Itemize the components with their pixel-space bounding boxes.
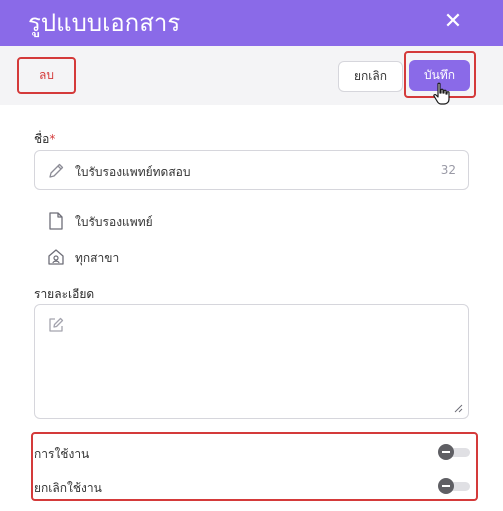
action-toolbar: ลบ ยกเลิก บันทึก (0, 46, 503, 105)
dialog-header: รูปแบบเอกสาร ✕ (0, 0, 503, 46)
name-input-value: ใบรับรองแพทย์ทดสอบ (75, 165, 191, 179)
name-label: ชื่อ* (34, 130, 55, 149)
edit-icon (49, 317, 64, 332)
active-label: การใช้งาน (34, 447, 90, 461)
active-toggle[interactable] (438, 444, 470, 460)
document-icon (49, 212, 63, 230)
name-input[interactable]: ใบรับรองแพทย์ทดสอบ 32 (34, 150, 469, 190)
required-mark: * (49, 132, 56, 146)
inactive-label: ยกเลิกใช้งาน (34, 481, 102, 495)
cancel-button[interactable]: ยกเลิก (338, 61, 403, 92)
inactive-toggle[interactable] (438, 478, 470, 494)
inactive-toggle-row: ยกเลิกใช้งาน (34, 475, 470, 497)
description-label: รายละเอียด (34, 287, 95, 301)
dialog-title: รูปแบบเอกสาร (28, 9, 181, 37)
name-label-text: ชื่อ (34, 132, 50, 146)
close-icon[interactable]: ✕ (440, 8, 466, 36)
name-char-counter: 32 (440, 163, 456, 177)
document-type-row: ใบรับรองแพทย์ (47, 211, 247, 231)
description-textarea[interactable] (34, 304, 469, 419)
resize-grip-icon[interactable] (453, 403, 463, 413)
active-toggle-row: การใช้งาน (34, 441, 470, 463)
branch-row: ทุกสาขา (47, 247, 247, 267)
document-type-text: ใบรับรองแพทย์ (75, 215, 153, 229)
delete-button[interactable]: ลบ (17, 57, 76, 94)
active-toggle-knob (438, 444, 454, 460)
home-branch-icon (48, 249, 64, 265)
inactive-toggle-knob (438, 478, 454, 494)
branch-text: ทุกสาขา (75, 251, 120, 265)
hand-cursor-icon (433, 82, 450, 105)
pencil-icon (49, 163, 64, 178)
